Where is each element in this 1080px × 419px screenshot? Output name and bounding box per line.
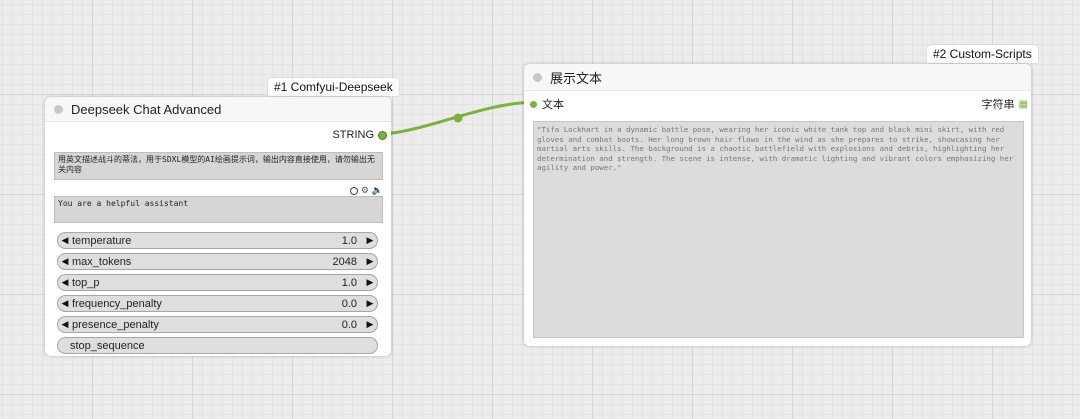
decrement-arrow-icon[interactable]: ◀ [58, 319, 72, 330]
widget-value: 2048 [332, 255, 357, 268]
node2-header[interactable]: 展示文本 [524, 64, 1031, 91]
widget-value: 0.0 [341, 318, 357, 331]
node2-title: 展示文本 [550, 70, 603, 86]
widget-label: temperature [72, 234, 132, 247]
system-icons: ⚙ 🔈 [349, 185, 383, 196]
collapse-dot-icon[interactable] [54, 104, 63, 114]
increment-arrow-icon[interactable]: ▶ [363, 277, 377, 288]
widget-stop-sequence[interactable]: stop_sequence [57, 337, 378, 354]
increment-arrow-icon[interactable]: ▶ [363, 319, 377, 330]
output-connector-icon[interactable] [378, 130, 387, 140]
decrement-arrow-icon[interactable]: ◀ [58, 298, 72, 309]
type-label: 字符串 [981, 99, 1015, 111]
widget-temperature[interactable]: ◀ temperature 1.0 ▶ [57, 232, 378, 249]
string-output[interactable]: STRING [332, 129, 387, 141]
widget-presence-penalty[interactable]: ◀ presence_penalty 0.0 ▶ [57, 316, 378, 333]
node1-badge: #1 Comfyui-Deepseek [268, 78, 399, 96]
widget-value: 1.0 [341, 234, 357, 247]
gear-icon[interactable]: ⚙ [361, 185, 369, 196]
widget-label: max_tokens [72, 255, 132, 268]
widget-label: frequency_penalty [72, 297, 162, 310]
input-connector-icon[interactable] [530, 100, 537, 108]
node1-header[interactable]: Deepseek Chat Advanced [45, 97, 391, 122]
widget-label: presence_penalty [72, 318, 159, 331]
system-textarea[interactable]: You are a helpful assistant [54, 196, 383, 223]
widget-max-tokens[interactable]: ◀ max_tokens 2048 ▶ [57, 253, 378, 270]
widget-value: 1.0 [341, 276, 357, 289]
grid-icon[interactable]: ▦ [1019, 99, 1029, 110]
type-indicator: 字符串 ▦ [981, 96, 1029, 112]
increment-arrow-icon[interactable]: ▶ [363, 256, 377, 267]
prompt-textarea[interactable]: 用英文描述战斗的蒂法，用于SDXL模型的AI绘画提示词，输出内容直接使用，请勿输… [54, 152, 383, 180]
text-input-label: 文本 [542, 99, 564, 111]
widget-frequency-penalty[interactable]: ◀ frequency_penalty 0.0 ▶ [57, 295, 378, 312]
widget-value: 0.0 [341, 297, 357, 310]
widget-top-p[interactable]: ◀ top_p 1.0 ▶ [57, 274, 378, 291]
decrement-arrow-icon[interactable]: ◀ [58, 235, 72, 246]
link-midpoint[interactable] [453, 113, 463, 123]
speaker-icon[interactable]: 🔈 [372, 185, 383, 196]
decrement-arrow-icon[interactable]: ◀ [58, 256, 72, 267]
node2-badge: #2 Custom-Scripts [927, 45, 1038, 63]
increment-arrow-icon[interactable]: ▶ [363, 298, 377, 309]
show-text-node[interactable]: 展示文本 文本 字符串 ▦ "Tifa Lockhart in a dynami… [524, 64, 1031, 346]
display-text-area[interactable]: "Tifa Lockhart in a dynamic battle pose,… [533, 121, 1024, 338]
deepseek-node[interactable]: Deepseek Chat Advanced STRING 用英文描述战斗的蒂法… [45, 97, 391, 356]
circle-icon[interactable] [349, 186, 358, 195]
collapse-dot-icon[interactable] [533, 72, 542, 82]
increment-arrow-icon[interactable]: ▶ [363, 235, 377, 246]
text-input[interactable]: 文本 [530, 96, 564, 112]
widget-label: top_p [72, 276, 100, 289]
decrement-arrow-icon[interactable]: ◀ [58, 277, 72, 288]
widget-label: stop_sequence [70, 339, 145, 352]
string-output-label: STRING [332, 129, 374, 141]
node1-title: Deepseek Chat Advanced [71, 101, 222, 117]
